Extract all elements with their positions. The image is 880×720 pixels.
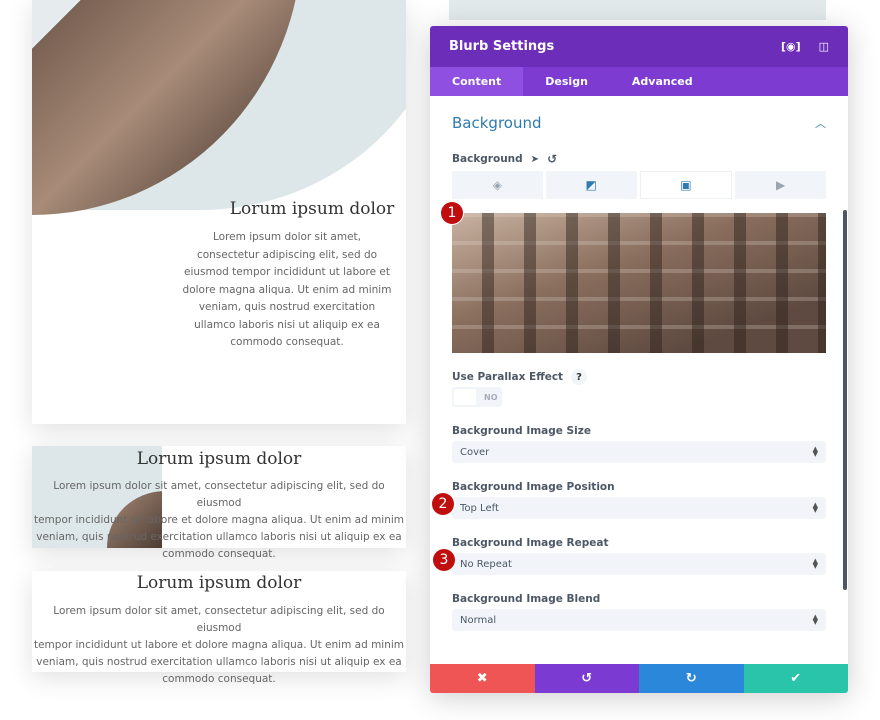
background-section-toggle[interactable]: Background ︿ xyxy=(452,96,826,149)
blurb-card-2[interactable]: Lorum ipsum dolor Lorem ipsum dolor sit … xyxy=(32,446,406,560)
cursor-icon[interactable]: ➤ xyxy=(531,154,539,165)
split-view-icon[interactable]: ◫ xyxy=(819,40,829,53)
select-value: Cover xyxy=(460,446,490,458)
background-strip xyxy=(449,0,826,20)
text-line: Lorem ipsum dolor sit amet, consectetur … xyxy=(53,480,385,509)
text-line: veniam, quis nostrud exercitation ullamc… xyxy=(36,656,402,668)
field-label: Background Image Blend xyxy=(452,593,601,605)
cancel-button[interactable]: ✖ xyxy=(430,664,535,693)
blurb-card-1[interactable]: Lorum ipsum dolor Lorem ipsum dolor sit … xyxy=(32,0,406,424)
tab-content[interactable]: Content xyxy=(430,67,524,96)
field-label: Background Image Repeat xyxy=(452,537,609,549)
fullscreen-icon[interactable]: [◉] xyxy=(781,40,801,53)
paint-bucket-icon: ◈ xyxy=(492,178,502,192)
tab-design[interactable]: Design xyxy=(523,67,610,96)
bg-position-select[interactable]: Top Left ▲ ▼ xyxy=(452,497,826,519)
panel-footer: ✖ ↺ ↻ ✔ xyxy=(430,664,848,693)
select-arrows-icon: ▲ ▼ xyxy=(812,501,818,514)
save-button[interactable]: ✔ xyxy=(743,664,848,693)
parallax-label: Use Parallax Effect xyxy=(452,371,564,383)
undo-icon: ↺ xyxy=(581,671,593,686)
tab-advanced[interactable]: Advanced xyxy=(610,67,715,96)
background-type-tabs: ◈ ◩ ▣ ▶ xyxy=(452,171,826,199)
blurb-settings-panel: Blurb Settings [◉] ◫ Content Design Adva… xyxy=(430,26,848,693)
reset-icon[interactable]: ↺ xyxy=(547,152,557,166)
background-label: Background xyxy=(452,153,523,165)
select-arrows-icon: ▲ ▼ xyxy=(812,557,818,570)
bg-gradient-tab[interactable]: ◩ xyxy=(545,171,637,199)
card-title: Lorum ipsum dolor xyxy=(136,449,302,469)
section-title: Background xyxy=(452,113,542,132)
text-line: dolore magna aliqua. Ut enim ad minim xyxy=(182,283,392,296)
step-badge-2: 2 xyxy=(432,493,454,515)
card-title: Lorum ipsum dolor xyxy=(229,199,395,219)
bg-blend-select[interactable]: Normal ▲ ▼ xyxy=(452,609,826,631)
image-icon: ▣ xyxy=(680,178,692,192)
card-text: Lorem ipsum dolor sit amet, consectetur … xyxy=(32,478,406,563)
parallax-toggle[interactable]: NO xyxy=(452,387,502,407)
text-line: eiusmod tempor incididunt ut labore et xyxy=(184,266,390,278)
check-icon: ✔ xyxy=(790,671,802,686)
text-line: commodo consequat. xyxy=(162,673,276,685)
bg-video-tab[interactable]: ▶ xyxy=(735,171,826,199)
text-line: tempor incididunt ut labore et dolore ma… xyxy=(33,514,405,526)
bg-image-tab[interactable]: ▣ xyxy=(639,171,733,199)
step-badge-3: 3 xyxy=(433,549,455,571)
scrollbar[interactable] xyxy=(843,210,847,590)
bg-size-select[interactable]: Cover ▲ ▼ xyxy=(452,441,826,463)
text-line: tempor incididunt ut labore et dolore ma… xyxy=(33,639,405,651)
text-line: consectetur adipiscing elit, sed do xyxy=(196,248,378,261)
card-title: Lorum ipsum dolor xyxy=(136,573,302,593)
select-arrows-icon: ▲ ▼ xyxy=(812,613,818,626)
bg-color-tab[interactable]: ◈ xyxy=(452,171,543,199)
undo-button[interactable]: ↺ xyxy=(534,664,639,693)
panel-title: Blurb Settings xyxy=(449,39,555,54)
background-image-preview[interactable] xyxy=(452,213,826,353)
select-value: Top Left xyxy=(460,502,499,514)
text-line: veniam, quis nostrud exercitation xyxy=(198,301,376,313)
field-label: Background Image Size xyxy=(452,425,591,437)
close-icon: ✖ xyxy=(476,671,488,686)
redo-icon: ↻ xyxy=(685,671,697,686)
toggle-value: NO xyxy=(484,392,498,402)
text-line: Lorem ipsum dolor sit amet, xyxy=(213,231,361,243)
bg-repeat-select[interactable]: No Repeat ▲ ▼ xyxy=(452,553,826,575)
video-icon: ▶ xyxy=(776,178,786,192)
select-value: No Repeat xyxy=(460,558,512,570)
field-label: Background Image Position xyxy=(452,481,615,493)
text-line: commodo consequat. xyxy=(230,336,344,348)
panel-header: Blurb Settings [◉] ◫ xyxy=(430,26,848,67)
gradient-icon: ◩ xyxy=(585,178,597,192)
blurb-card-3[interactable]: Lorum ipsum dolor Lorem ipsum dolor sit … xyxy=(32,571,406,685)
step-badge-1: 1 xyxy=(441,202,463,224)
card-text: Lorem ipsum dolor sit amet, consectetur … xyxy=(32,603,406,688)
text-line: veniam, quis nostrud exercitation ullamc… xyxy=(36,531,402,543)
redo-button[interactable]: ↻ xyxy=(639,664,744,693)
text-line: Lorem ipsum dolor sit amet, consectetur … xyxy=(53,605,385,634)
panel-tabs: Content Design Advanced xyxy=(430,67,848,96)
text-line: ullamco laboris nisi ut aliquip ex ea xyxy=(194,318,380,331)
help-icon[interactable]: ? xyxy=(571,369,588,385)
select-arrows-icon: ▲ ▼ xyxy=(812,445,818,458)
select-value: Normal xyxy=(460,614,497,626)
toggle-knob xyxy=(454,389,476,405)
chevron-up-icon[interactable]: ︿ xyxy=(815,115,826,131)
text-line: commodo consequat. xyxy=(162,548,276,560)
card-text: Lorem ipsum dolor sit amet, consectetur … xyxy=(182,229,392,352)
